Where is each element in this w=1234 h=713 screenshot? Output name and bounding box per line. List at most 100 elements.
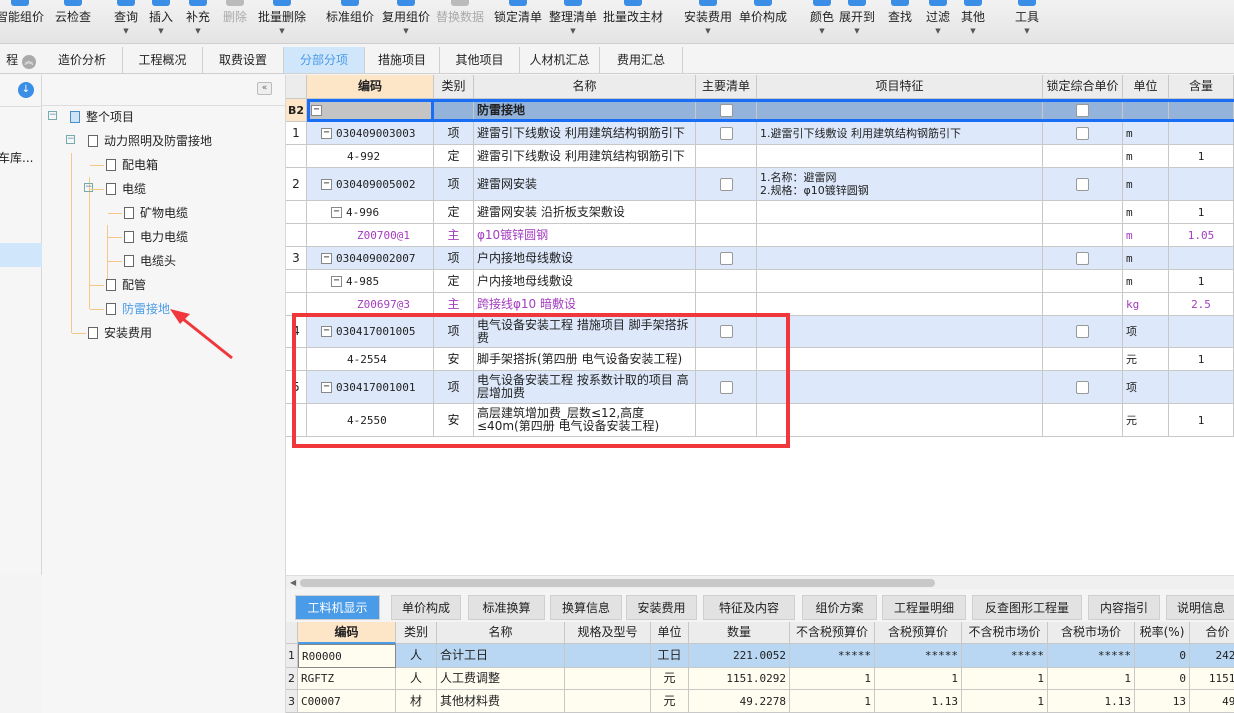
tab-project-stub[interactable]: 程 ︽ — [0, 47, 42, 73]
feature-cell[interactable] — [757, 224, 1043, 247]
collapse-row-icon[interactable]: − — [331, 206, 342, 218]
feature-cell[interactable]: 1.避雷引下线敷设 利用建筑结构钢筋引下 — [757, 122, 1043, 145]
name-cell[interactable]: 避雷网安装 — [474, 168, 696, 201]
resource-cell[interactable]: 1 — [875, 668, 962, 690]
resource-cell[interactable]: 0 — [1135, 644, 1190, 668]
unit-cell[interactable]: kg — [1123, 293, 1169, 316]
code-cell[interactable]: −030409003003 — [307, 122, 434, 145]
dropdown-arrow-icon[interactable]: ▼ — [184, 27, 212, 35]
collapse-row-icon[interactable]: − — [311, 104, 322, 116]
unit-cell[interactable]: m — [1123, 201, 1169, 224]
unit-cell[interactable]: m — [1123, 270, 1169, 293]
detail-tab-0[interactable]: 工料机显示 — [295, 595, 380, 620]
dropdown-arrow-icon[interactable]: ▼ — [1013, 27, 1041, 35]
type-cell[interactable]: 主 — [434, 224, 474, 247]
toolbar-button[interactable]: 锁定清单 — [493, 0, 543, 44]
collapse-row-icon[interactable]: − — [321, 127, 332, 139]
column-header[interactable]: 主要清单 — [696, 75, 757, 99]
resource-cell[interactable]: 1151.0292 — [689, 668, 790, 690]
qty-cell[interactable] — [1169, 316, 1234, 348]
horizontal-scrollbar[interactable]: ◀ — [286, 575, 1234, 589]
dropdown-arrow-icon[interactable]: ▼ — [682, 27, 734, 35]
dropdown-arrow-icon[interactable]: ▼ — [381, 27, 431, 35]
resource-cell[interactable]: 1.13 — [875, 690, 962, 713]
resource-cell[interactable]: 1151. — [1190, 668, 1234, 690]
feature-cell[interactable] — [757, 371, 1043, 404]
name-cell[interactable]: 户内接地母线敷设 — [474, 247, 696, 270]
resource-cell[interactable]: 49.2278 — [689, 690, 790, 713]
resource-cell[interactable]: 工日 — [651, 644, 689, 668]
unit-cell[interactable]: 项 — [1123, 316, 1169, 348]
toolbar-button[interactable]: 补充 ▼ — [184, 0, 212, 44]
row-number[interactable]: 1 — [286, 644, 298, 668]
unit-cell[interactable]: 项 — [1123, 371, 1169, 404]
qty-cell[interactable]: 1 — [1169, 404, 1234, 437]
resource-cell[interactable]: 49. — [1190, 690, 1234, 713]
unit-cell[interactable]: 元 — [1123, 404, 1169, 437]
toolbar-button[interactable]: 插入 ▼ — [147, 0, 175, 44]
tree-node[interactable]: 配电箱 — [106, 155, 158, 175]
column-header[interactable]: 含税预算价 — [875, 622, 962, 644]
dropdown-arrow-icon[interactable]: ▼ — [959, 27, 987, 35]
resource-cell[interactable]: 1 — [1048, 668, 1135, 690]
resource-cell[interactable]: 其他材料费 — [437, 690, 565, 713]
nav-item-garage[interactable]: 车库... — [0, 149, 33, 166]
tree-node[interactable]: 动力照明及防雷接地 — [88, 131, 212, 151]
dropdown-arrow-icon[interactable]: ▼ — [112, 27, 140, 35]
type-cell[interactable]: 定 — [434, 270, 474, 293]
qty-cell[interactable] — [1169, 122, 1234, 145]
column-header[interactable]: 单位 — [1123, 75, 1169, 99]
tab-5[interactable]: 其他项目 — [440, 47, 520, 73]
detail-tab-6[interactable]: 组价方案 — [802, 595, 877, 620]
unit-cell[interactable]: m — [1123, 122, 1169, 145]
feature-cell[interactable]: 1.名称：避雷网 2.规格：φ10镀锌圆钢 — [757, 168, 1043, 201]
toolbar-button[interactable]: 其他 ▼ — [959, 0, 987, 44]
row-number[interactable] — [286, 145, 307, 168]
code-cell[interactable]: −030409002007 — [307, 247, 434, 270]
detail-tab-10[interactable]: 说明信息 — [1166, 595, 1234, 620]
tree-node[interactable]: 安装费用 — [88, 323, 152, 343]
feature-cell[interactable] — [757, 404, 1043, 437]
resource-cell[interactable]: 221.0052 — [689, 644, 790, 668]
checkbox[interactable] — [719, 177, 733, 191]
unit-cell[interactable]: m — [1123, 145, 1169, 168]
resource-cell[interactable]: 1 — [962, 690, 1048, 713]
toolbar-button[interactable]: 智能组价 — [0, 0, 44, 44]
resource-cell[interactable]: 13 — [1135, 690, 1190, 713]
column-header[interactable]: 税率(%) — [1135, 622, 1190, 644]
name-cell[interactable]: 防雷接地 — [474, 99, 696, 122]
collapse-up-icon[interactable]: ︽ — [21, 55, 36, 69]
toolbar-button[interactable]: 标准组价 — [324, 0, 376, 44]
checkbox[interactable] — [1076, 251, 1089, 265]
nav-item-selected[interactable] — [0, 243, 42, 267]
column-header[interactable]: 名称 — [474, 75, 696, 99]
unit-cell[interactable]: m — [1123, 224, 1169, 247]
unit-cell[interactable]: m — [1123, 247, 1169, 270]
column-header[interactable]: 锁定综合单价 — [1043, 75, 1123, 99]
dropdown-arrow-icon[interactable]: ▼ — [836, 27, 878, 35]
resource-cell[interactable]: 人工费调整 — [437, 668, 565, 690]
resource-cell[interactable]: 0 — [1135, 668, 1190, 690]
toolbar-button[interactable]: 复用组价 ▼ — [381, 0, 431, 44]
column-header[interactable]: 编码 — [307, 75, 434, 99]
type-cell[interactable]: 项 — [434, 122, 474, 145]
resource-cell[interactable]: 元 — [651, 668, 689, 690]
type-cell[interactable]: 定 — [434, 145, 474, 168]
detail-tab-3[interactable]: 换算信息 — [550, 595, 622, 620]
collapse-row-icon[interactable]: − — [331, 275, 342, 287]
type-cell[interactable] — [434, 99, 474, 122]
column-header[interactable]: 数量 — [689, 622, 790, 644]
checkbox[interactable] — [719, 251, 733, 265]
tab-0[interactable]: 造价分析 — [42, 47, 123, 73]
code-cell[interactable]: − — [307, 99, 434, 122]
qty-cell[interactable]: 1 — [1169, 145, 1234, 168]
detail-tab-9[interactable]: 内容指引 — [1088, 595, 1160, 620]
type-cell[interactable]: 项 — [434, 247, 474, 270]
resource-cell[interactable]: 合计工日 — [437, 644, 565, 668]
tab-1[interactable]: 工程概况 — [123, 47, 203, 73]
dropdown-arrow-icon[interactable]: ▼ — [548, 27, 598, 35]
name-cell[interactable]: 避雷引下线敷设 利用建筑结构钢筋引下 — [474, 122, 696, 145]
detail-tab-8[interactable]: 反查图形工程量 — [972, 595, 1082, 620]
resource-cell[interactable]: R00000 — [298, 644, 396, 668]
unit-cell[interactable]: 元 — [1123, 348, 1169, 371]
